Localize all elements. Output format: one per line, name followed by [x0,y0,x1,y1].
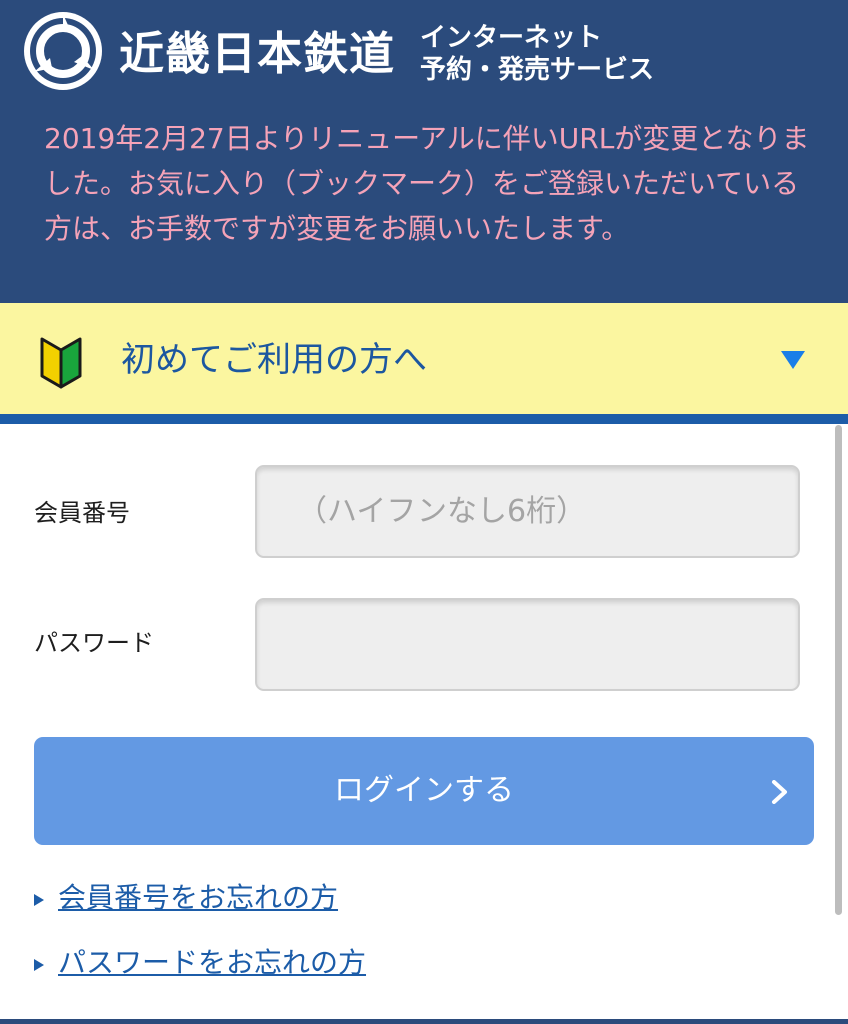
forgot-member-number-row: 会員番号をお忘れの方 [34,878,338,918]
first-time-users-toggle[interactable]: 初めてご利用の方へ [0,303,848,414]
service-title-line1: インターネット [420,23,603,53]
vertical-scrollbar[interactable] [835,425,842,915]
forgot-member-number-link[interactable]: 会員番号をお忘れの方 [58,881,338,914]
password-input[interactable] [255,598,800,691]
login-button-label: ログインする [334,774,514,807]
forgot-password-link[interactable]: パスワードをお忘れの方 [58,946,366,979]
first-time-users-label: 初めてご利用の方へ [121,340,427,380]
brand-name: 近畿日本鉄道 [119,27,396,80]
bullet-triangle-icon [34,893,44,906]
chevron-right-icon [772,780,787,804]
service-title-line2: 予約・発売サービス [420,55,655,85]
member-number-label: 会員番号 [34,499,130,527]
login-button[interactable]: ログインする [34,737,814,845]
password-label: パスワード [34,629,154,657]
bullet-triangle-icon [34,958,44,971]
login-page: 近畿日本鉄道 インターネット 予約・発売サービス 2019年2月27日よりリニュ… [0,0,848,1024]
member-number-input[interactable] [255,465,800,558]
forgot-password-row: パスワードをお忘れの方 [34,943,366,983]
kintetsu-logo-icon [24,12,102,90]
triangle-down-icon[interactable] [780,350,806,370]
site-header: 近畿日本鉄道 インターネット 予約・発売サービス 2019年2月27日よりリニュ… [0,0,848,303]
beginner-mark-icon [40,337,82,389]
service-title: インターネット 予約・発売サービス [420,22,654,86]
section-divider [0,414,848,424]
url-change-notice: 2019年2月27日よりリニューアルに伴いURLが変更となりました。お気に入り（… [44,122,810,245]
bottom-divider [0,1019,848,1024]
